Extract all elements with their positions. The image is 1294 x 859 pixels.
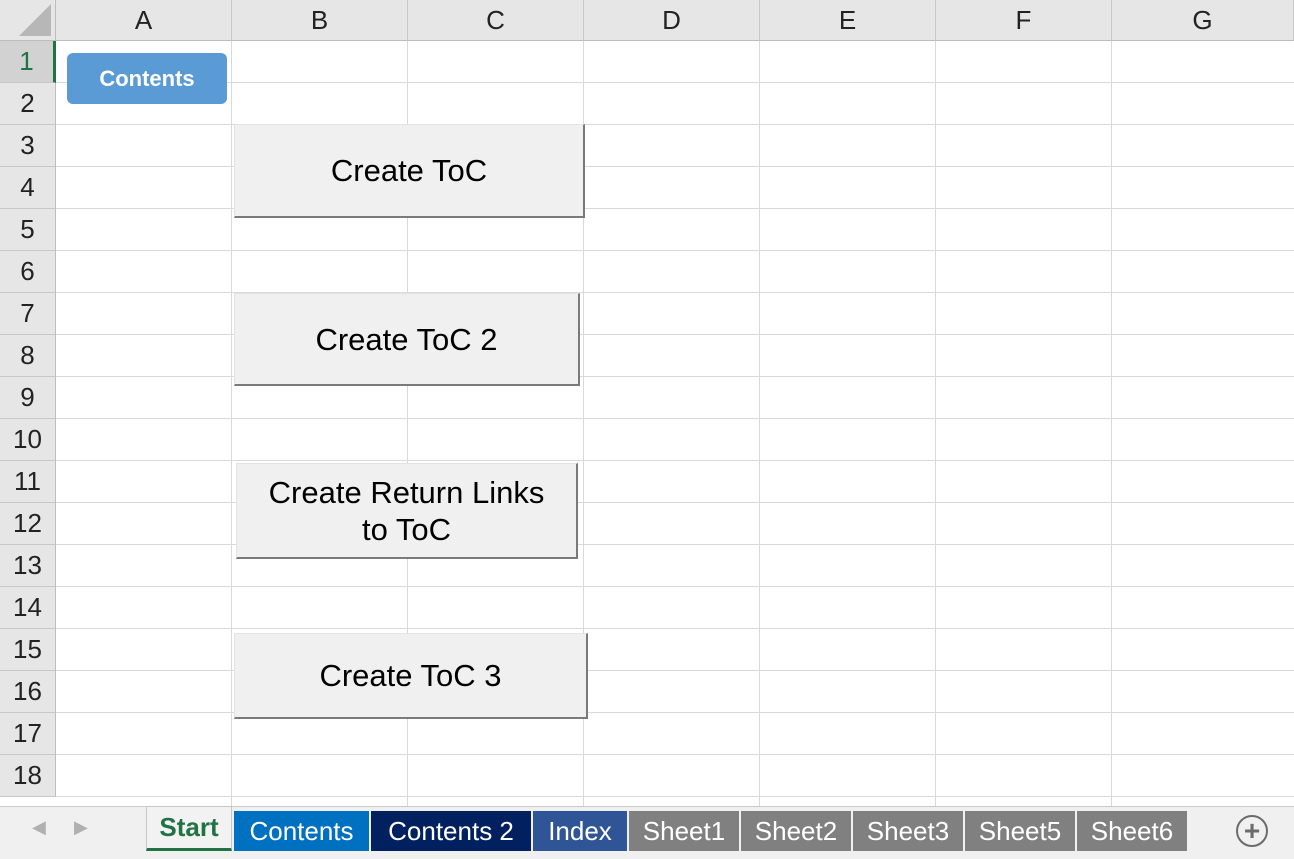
row-header-16[interactable]: 16	[0, 671, 56, 713]
column-header-d[interactable]: D	[584, 0, 760, 41]
sheet-tab-bar: ◀ ▶ Start Contents Contents 2 Index Sheet1 Sh…	[0, 806, 1294, 859]
column-header-c[interactable]: C	[408, 0, 584, 41]
sheet-tab-sheet2[interactable]: Sheet2	[741, 811, 851, 851]
row-header-14[interactable]: 14	[0, 587, 56, 629]
create-toc-button[interactable]: Create ToC	[234, 124, 585, 218]
gridline-vertical	[231, 41, 232, 806]
column-header-b[interactable]: B	[232, 0, 408, 41]
spreadsheet-grid[interactable]: ABCDEFG 1 2 3 4 5 6 7 8 9 10 11 12 13 14 15 16 17 18 Cont…	[0, 0, 1294, 806]
gridline-horizontal	[56, 628, 1294, 629]
gridline-horizontal	[56, 250, 1294, 251]
sheet-tab-sheet1[interactable]: Sheet1	[629, 811, 739, 851]
gridline-horizontal	[56, 754, 1294, 755]
row-header-8[interactable]: 8	[0, 335, 56, 377]
gridline-horizontal	[56, 586, 1294, 587]
sheet-tab-index[interactable]: Index	[533, 811, 627, 851]
row-header-4[interactable]: 4	[0, 167, 56, 209]
column-header-f[interactable]: F	[936, 0, 1112, 41]
row-header-18[interactable]: 18	[0, 755, 56, 797]
row-header-15[interactable]: 15	[0, 629, 56, 671]
gridline-vertical	[759, 41, 760, 806]
row-header-5[interactable]: 5	[0, 209, 56, 251]
column-header-e[interactable]: E	[760, 0, 936, 41]
row-header-11[interactable]: 11	[0, 461, 56, 503]
chevron-left-icon[interactable]: ◀	[32, 817, 46, 838]
column-header-g[interactable]: G	[1112, 0, 1294, 41]
sheet-tab-contents[interactable]: Contents	[234, 811, 369, 851]
create-return-links-button[interactable]: Create Return Links to ToC	[236, 463, 578, 559]
row-header-7[interactable]: 7	[0, 293, 56, 335]
select-all-triangle-icon	[19, 4, 51, 36]
sheet-tab-start[interactable]: Start	[146, 807, 232, 851]
sheet-tab-sheet5[interactable]: Sheet5	[965, 811, 1075, 851]
row-header-9[interactable]: 9	[0, 377, 56, 419]
row-header-6[interactable]: 6	[0, 251, 56, 293]
gridline-horizontal	[56, 796, 1294, 797]
row-header-1[interactable]: 1	[0, 41, 56, 83]
row-header-12[interactable]: 12	[0, 503, 56, 545]
gridline-horizontal	[56, 418, 1294, 419]
create-return-links-label-line1: Create Return Links	[268, 474, 545, 510]
row-header-10[interactable]: 10	[0, 419, 56, 461]
create-return-links-label-line2: to ToC	[361, 511, 452, 547]
sheet-tab-sheet3[interactable]: Sheet3	[853, 811, 963, 851]
gridline-vertical	[1111, 41, 1112, 806]
plus-circle-icon[interactable]: +	[1236, 815, 1268, 847]
row-header-13[interactable]: 13	[0, 545, 56, 587]
gridline-vertical	[935, 41, 936, 806]
create-toc-2-button[interactable]: Create ToC 2	[234, 293, 580, 386]
select-all-button[interactable]	[0, 0, 56, 41]
sheet-tab-sheet6[interactable]: Sheet6	[1077, 811, 1187, 851]
create-toc-3-button[interactable]: Create ToC 3	[234, 633, 588, 719]
row-header-2[interactable]: 2	[0, 83, 56, 125]
row-header-17[interactable]: 17	[0, 713, 56, 755]
column-header-a[interactable]: A	[56, 0, 232, 41]
sheet-tab-contents-2[interactable]: Contents 2	[371, 811, 531, 851]
gridline-horizontal	[56, 460, 1294, 461]
gridline-horizontal	[56, 82, 1294, 83]
contents-shape-button[interactable]: Contents	[67, 53, 227, 104]
row-header-3[interactable]: 3	[0, 125, 56, 167]
chevron-right-icon[interactable]: ▶	[74, 817, 88, 838]
